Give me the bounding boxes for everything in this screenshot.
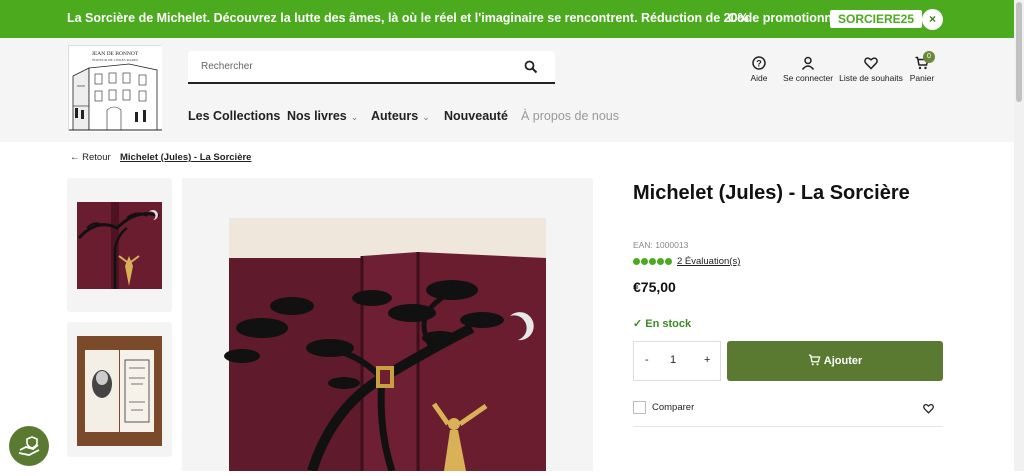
svg-text:?: ? xyxy=(756,59,762,69)
add-to-cart-button[interactable]: Ajouter xyxy=(727,341,943,381)
product-main-image[interactable] xyxy=(182,178,593,473)
add-to-cart-label: Ajouter xyxy=(823,355,863,367)
thumbnail-1[interactable] xyxy=(67,178,172,312)
compare-label: Comparer xyxy=(652,402,695,414)
user-icon xyxy=(801,56,815,70)
nav-nos-livres[interactable]: Nos livres ⌄ xyxy=(287,109,358,123)
cookie-settings-button[interactable] xyxy=(9,426,49,466)
close-icon[interactable]: × xyxy=(922,9,943,30)
star-icon xyxy=(657,258,664,265)
nav-collections[interactable]: Les Collections xyxy=(188,109,280,123)
help-label: Aide xyxy=(750,73,768,83)
help-link[interactable]: ? Aide xyxy=(745,56,773,83)
search-input[interactable] xyxy=(201,61,501,72)
cart-count-badge: 0 xyxy=(923,51,935,63)
qty-minus-button[interactable]: - xyxy=(645,354,649,366)
cart-icon xyxy=(808,354,821,366)
promo-text: La Sorcière de Michelet. Découvrez la lu… xyxy=(67,11,749,25)
login-label: Se connecter xyxy=(782,73,834,83)
wishlist-link[interactable]: Liste de souhaits xyxy=(839,56,903,83)
nav-label: Les Collections xyxy=(188,109,281,123)
logo-title: JEAN DE BONNOT xyxy=(92,51,139,57)
qty-plus-button[interactable]: + xyxy=(704,354,710,366)
thumbnail-2[interactable] xyxy=(67,322,172,457)
nav-label: À propos de nous xyxy=(521,109,619,123)
quantity-stepper: - 1 + xyxy=(633,341,721,381)
login-link[interactable]: Se connecter xyxy=(781,56,835,83)
book-open-thumbnail xyxy=(77,336,162,446)
reviews-link[interactable]: 2 Évaluation(s) xyxy=(677,256,740,267)
arrow-left-icon: ← xyxy=(70,152,80,163)
cart-link[interactable]: 0 Panier xyxy=(908,51,936,83)
nav-label: Auteurs xyxy=(371,109,419,123)
promo-banner: La Sorcière de Michelet. Découvrez la lu… xyxy=(0,0,1024,38)
stock-status: ✓ En stock xyxy=(633,317,691,330)
rating-stars xyxy=(633,258,672,265)
chevron-down-icon: ⌄ xyxy=(422,112,430,122)
star-icon xyxy=(641,258,648,265)
divider xyxy=(633,426,943,427)
back-link[interactable]: ← Retour xyxy=(70,152,111,163)
back-label: Retour xyxy=(82,152,111,163)
product-title: Michelet (Jules) - La Sorcière xyxy=(633,182,910,204)
scrollbar-thumb[interactable] xyxy=(1016,2,1022,102)
nav-label: Nos livres xyxy=(287,109,347,123)
page-scrollbar[interactable] xyxy=(1014,0,1024,471)
heart-icon xyxy=(864,57,878,70)
logo-subtitle: ÉDITEUR DE LIVRES RARES xyxy=(92,57,138,62)
qty-input[interactable]: 1 xyxy=(670,354,676,366)
logo-engraving-icon: JEAN DE BONNOT ÉDITEUR DE LIVRES RARES xyxy=(69,46,162,132)
site-logo[interactable]: JEAN DE BONNOT ÉDITEUR DE LIVRES RARES xyxy=(68,45,162,132)
hand-shield-icon xyxy=(18,436,40,456)
chevron-down-icon: ⌄ xyxy=(350,112,359,122)
heart-icon[interactable] xyxy=(923,403,934,414)
stock-label: En stock xyxy=(645,318,692,330)
book-cover-image xyxy=(224,218,546,473)
checkbox-icon[interactable] xyxy=(633,401,646,414)
compare-checkbox[interactable]: Comparer xyxy=(633,401,694,414)
nav-auteurs[interactable]: Auteurs ⌄ xyxy=(371,109,430,123)
nav-label: Nouveauté xyxy=(444,109,508,123)
nav-about[interactable]: À propos de nous xyxy=(521,109,619,123)
wishlist-label: Liste de souhaits xyxy=(839,73,903,83)
search-icon[interactable] xyxy=(524,60,538,74)
star-icon xyxy=(649,258,656,265)
nav-nouveaute[interactable]: Nouveauté xyxy=(444,109,508,123)
promo-code[interactable]: SORCIERE25 xyxy=(830,10,923,28)
breadcrumb-current[interactable]: Michelet (Jules) - La Sorcière xyxy=(120,152,251,163)
cart-label: Panier xyxy=(909,73,935,83)
star-icon xyxy=(633,258,640,265)
help-icon: ? xyxy=(752,56,766,70)
check-icon: ✓ xyxy=(633,318,643,330)
search-bar[interactable] xyxy=(188,51,555,84)
promo-code-label: Code promotionnel xyxy=(728,11,843,25)
book-cover-thumbnail xyxy=(77,202,162,289)
star-icon xyxy=(665,258,672,265)
product-ean: EAN: 1000013 xyxy=(633,240,689,250)
product-price: €75,00 xyxy=(633,279,676,295)
